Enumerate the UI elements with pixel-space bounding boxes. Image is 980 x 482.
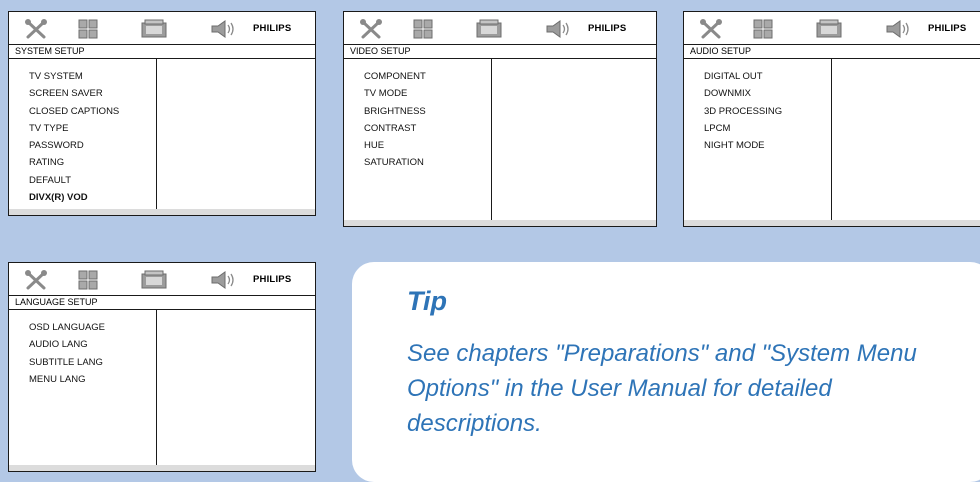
panel-bottom-bar [684,220,980,226]
panel-bottom-bar [9,209,315,215]
tools-icon[interactable] [22,18,50,45]
grid-icon[interactable] [752,18,774,45]
panel-title: AUDIO SETUP [684,45,980,59]
grid-icon[interactable] [77,18,99,45]
setup-toolbar: PHILIPS [684,12,980,45]
menu-item-brightness[interactable]: BRIGHTNESS [364,103,656,120]
menu-item-saturation[interactable]: SATURATION [364,154,656,171]
menu-item-tv-system[interactable]: TV SYSTEM [29,68,315,85]
menu-item-rating[interactable]: RATING [29,154,315,171]
grid-icon[interactable] [412,18,434,45]
panel-title: VIDEO SETUP [344,45,656,59]
menu-item-audio-lang[interactable]: AUDIO LANG [29,336,315,353]
setup-toolbar: PHILIPS [9,12,315,45]
audio-icon[interactable] [209,18,239,45]
tip-text: See chapters "Preparations" and "System … [407,340,917,437]
language-setup-panel: PHILIPS LANGUAGE SETUP OSD LANGUAGE AUDIO… [8,262,316,472]
menu-item-tv-type[interactable]: TV TYPE [29,120,315,137]
setup-toolbar: PHILIPS [344,12,656,45]
menu-item-subtitle-lang[interactable]: SUBTITLE LANG [29,354,315,371]
tools-icon[interactable] [357,18,385,45]
menu-item-digital-out[interactable]: DIGITAL OUT [704,68,980,85]
philips-logo: PHILIPS [588,23,627,34]
tip-heading: Tip [407,286,447,316]
menu-item-hue[interactable]: HUE [364,137,656,154]
menu-item-downmix[interactable]: DOWNMIX [704,85,980,102]
panel-divider [491,59,492,226]
tools-icon[interactable] [697,18,725,45]
menu-item-contrast[interactable]: CONTRAST [364,120,656,137]
menu-list: OSD LANGUAGE AUDIO LANG SUBTITLE LANG MENU … [9,310,315,388]
system-setup-panel: PHILIPS SYSTEM SETUP TV SYSTEM SCREEN SAV… [8,11,316,216]
panel-divider [156,310,157,471]
menu-item-menu-lang[interactable]: MENU LANG [29,371,315,388]
panel-divider [156,59,157,215]
menu-item-default[interactable]: DEFAULT [29,172,315,189]
menu-item-divx-r-vod[interactable]: DIVX(R) VOD [29,189,315,206]
panel-divider [831,59,832,226]
video-icon[interactable] [814,18,844,45]
audio-setup-panel: PHILIPS AUDIO SETUP DIGITAL OUT DOWNMIX 3D… [683,11,980,227]
menu-item-lpcm[interactable]: LPCM [704,120,980,137]
menu-item-closed-captions[interactable]: CLOSED CAPTIONS [29,103,315,120]
panel-body: COMPONENT TV MODE BRIGHTNESS CONTRAST HUE SAT… [344,59,656,226]
menu-list: TV SYSTEM SCREEN SAVER CLOSED CAPTIONS TV T… [9,59,315,206]
audio-icon[interactable] [544,18,574,45]
setup-toolbar: PHILIPS [9,263,315,296]
tools-icon[interactable] [22,269,50,296]
philips-logo: PHILIPS [928,23,967,34]
panel-title: SYSTEM SETUP [9,45,315,59]
menu-item-3d-processing[interactable]: 3D PROCESSING [704,103,980,120]
video-icon[interactable] [139,269,169,296]
panel-bottom-bar [9,465,315,471]
menu-item-screen-saver[interactable]: SCREEN SAVER [29,85,315,102]
audio-icon[interactable] [884,18,914,45]
menu-item-component[interactable]: COMPONENT [364,68,656,85]
panel-body: DIGITAL OUT DOWNMIX 3D PROCESSING LPCM NIGHT… [684,59,980,226]
panel-body: TV SYSTEM SCREEN SAVER CLOSED CAPTIONS TV T… [9,59,315,215]
video-icon[interactable] [474,18,504,45]
menu-item-night-mode[interactable]: NIGHT MODE [704,137,980,154]
menu-item-osd-language[interactable]: OSD LANGUAGE [29,319,315,336]
audio-icon[interactable] [209,269,239,296]
menu-list: DIGITAL OUT DOWNMIX 3D PROCESSING LPCM NIGHT… [684,59,980,154]
panel-title: LANGUAGE SETUP [9,296,315,310]
philips-logo: PHILIPS [253,23,292,34]
menu-item-password[interactable]: PASSWORD [29,137,315,154]
grid-icon[interactable] [77,269,99,296]
philips-logo: PHILIPS [253,274,292,285]
panel-body: OSD LANGUAGE AUDIO LANG SUBTITLE LANG MENU … [9,310,315,471]
menu-list: COMPONENT TV MODE BRIGHTNESS CONTRAST HUE SAT… [344,59,656,172]
tip-box: Tip See chapters "Preparations" and "Sys… [352,262,980,482]
video-setup-panel: PHILIPS VIDEO SETUP COMPONENT TV MODE BRIG… [343,11,657,227]
video-icon[interactable] [139,18,169,45]
menu-item-tv-mode[interactable]: TV MODE [364,85,656,102]
panel-bottom-bar [344,220,656,226]
